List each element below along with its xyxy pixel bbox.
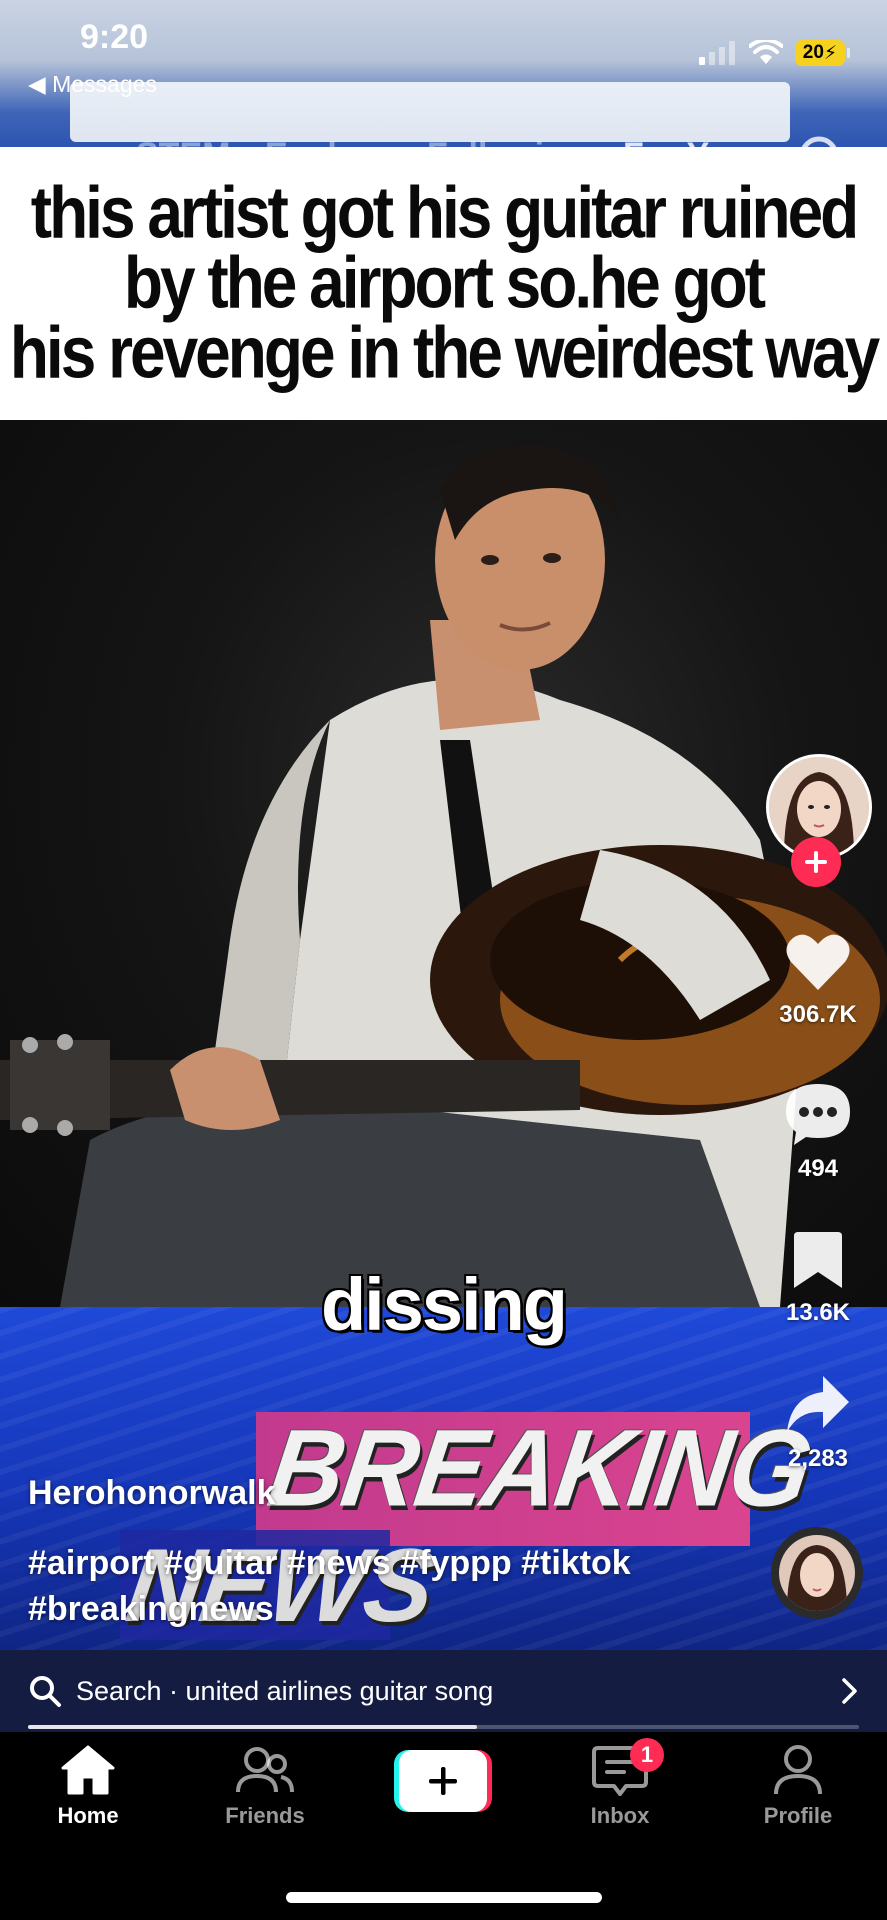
chevron-right-icon (842, 1678, 857, 1704)
post-hashtags[interactable]: #airport #guitar #news #fyppp #tiktok #b… (28, 1540, 718, 1632)
active-tab-indicator (672, 186, 716, 191)
friends-icon (236, 1747, 294, 1793)
video-progress-fill (28, 1725, 477, 1729)
video-player[interactable] (0, 420, 887, 1307)
battery-level: 20 (802, 42, 824, 63)
nav-inbox-label: Inbox (590, 1803, 650, 1828)
back-triangle-icon: ◀ (28, 71, 46, 97)
status-icons: 20 ⚡ (699, 40, 850, 66)
nav-home[interactable]: Home (18, 1744, 158, 1829)
like-count: 306.7K (779, 1001, 857, 1028)
breaking-text: BREAKING (261, 1408, 818, 1530)
nav-friends[interactable]: Friends (195, 1744, 335, 1829)
save-button[interactable]: 13.6K (770, 1230, 866, 1327)
home-indicator (286, 1892, 602, 1903)
hashtags-line-2[interactable]: #breakingnews (28, 1586, 718, 1632)
tab-for-you[interactable]: For You (623, 136, 748, 175)
sound-avatar-image (779, 1535, 855, 1611)
profile-icon (774, 1745, 822, 1795)
tab-following[interactable]: Following (427, 136, 586, 175)
plus-icon (429, 1767, 457, 1795)
search-suggestion-bar[interactable]: Search · united airlines guitar song (0, 1650, 887, 1732)
video-progress-bar[interactable] (28, 1725, 859, 1729)
tab-explore[interactable]: Explore (265, 136, 390, 175)
plus-icon (805, 851, 827, 873)
cellular-signal-icon (699, 41, 735, 65)
nav-profile-label: Profile (763, 1803, 833, 1828)
share-count: 2,283 (787, 1445, 849, 1472)
heart-icon (786, 934, 850, 990)
status-time: 9:20 (80, 18, 149, 56)
comment-bubble-icon (786, 1084, 850, 1145)
inbox-badge: 1 (630, 1738, 664, 1772)
back-to-app-button[interactable]: ◀ Messages (28, 71, 157, 98)
nav-home-label: Home (57, 1803, 119, 1828)
search-button[interactable] (795, 132, 851, 188)
comment-button[interactable]: 494 (770, 1082, 866, 1183)
comment-count: 494 (797, 1155, 839, 1182)
bookmark-icon (794, 1232, 842, 1288)
home-icon (61, 1745, 115, 1795)
search-icon (799, 136, 848, 185)
tab-stem[interactable]: STEM (136, 136, 230, 175)
search-suggestion-text: Search · united airlines guitar song (76, 1675, 494, 1706)
create-button[interactable] (394, 1750, 492, 1812)
creator-username[interactable]: Herohonorwalk (28, 1474, 275, 1513)
video-caption-panel: this artist got his guitar ruined by the… (0, 147, 887, 420)
sound-disc[interactable] (771, 1527, 863, 1619)
guitarist-illustration (0, 444, 887, 1307)
back-app-label: Messages (52, 71, 157, 97)
nav-inbox[interactable]: 1 Inbox (550, 1738, 690, 1829)
follow-button[interactable] (791, 837, 841, 887)
video-overlay-word: dissing (320, 1263, 568, 1346)
feed-tabs: STEM Explore Following For You (0, 136, 887, 191)
like-button[interactable]: 306.7K (770, 932, 866, 1029)
nav-profile[interactable]: Profile (728, 1744, 868, 1829)
save-count: 13.6K (785, 1299, 851, 1326)
nav-friends-label: Friends (225, 1803, 305, 1828)
hashtags-line-1[interactable]: #airport #guitar #news #fyppp #tiktok (28, 1540, 718, 1586)
charging-bolt-icon: ⚡ (823, 42, 838, 64)
wifi-icon (749, 40, 783, 64)
search-icon (30, 1676, 61, 1707)
share-arrow-icon (787, 1376, 849, 1432)
share-button[interactable]: 2,283 (770, 1374, 866, 1473)
battery-indicator: 20 ⚡ (795, 40, 850, 66)
video-caption-line-3: his revenge in the weirdest way (9, 310, 880, 394)
